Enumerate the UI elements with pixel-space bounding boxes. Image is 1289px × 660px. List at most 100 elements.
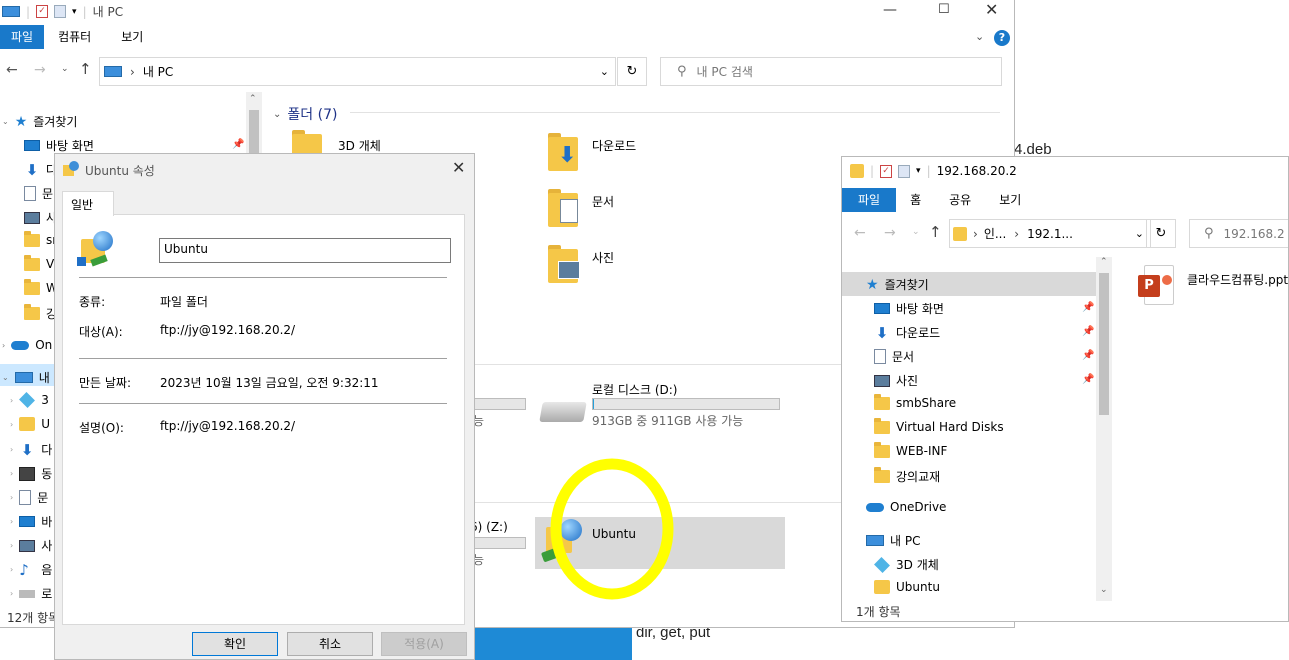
nav-item-desktop[interactable]: 바탕 화면 [874, 300, 944, 317]
nav-pc-item[interactable]: › U [10, 417, 50, 431]
recent-locations-icon[interactable]: ⌄ [912, 227, 920, 237]
search-input[interactable]: ⚲ 내 PC 검색 [660, 57, 1002, 86]
tab-file[interactable]: 파일 [842, 188, 897, 212]
nav-item-documents[interactable]: 문서 [874, 348, 914, 365]
pin-icon[interactable]: 📌 [232, 139, 244, 150]
up-icon[interactable]: ↑ [929, 223, 942, 241]
apply-button[interactable]: 적용(A) [381, 632, 467, 656]
nav-pc-item[interactable]: › 문 [10, 489, 48, 506]
cancel-button[interactable]: 취소 [287, 632, 373, 656]
tab-home[interactable]: 홈 [896, 188, 935, 212]
close-button[interactable]: ✕ [452, 158, 465, 177]
nav-item-folder[interactable]: V [24, 254, 54, 271]
refresh-button[interactable]: ↻ [617, 57, 647, 86]
pin-icon[interactable]: 📌 [1082, 302, 1094, 313]
nav-pc-item[interactable]: 3D 개체 [874, 556, 939, 573]
pin-icon[interactable]: 📌 [1082, 326, 1094, 337]
taskbar-strip [470, 627, 632, 660]
tab-share[interactable]: 공유 [935, 188, 985, 212]
tab-general[interactable]: 일반 [62, 191, 114, 216]
tab-view[interactable]: 보기 [985, 188, 1035, 212]
search-input[interactable]: ⚲ 192.168.2 [1189, 219, 1288, 248]
folder-label[interactable]: 다운로드 [592, 137, 636, 154]
nav-pc-item[interactable]: › ⬇ 다 [10, 441, 52, 458]
nav-this-pc[interactable]: 내 PC [866, 532, 920, 549]
address-segment[interactable]: 192.1... [1027, 227, 1073, 241]
nav-pc-item[interactable]: › 바 [10, 513, 52, 530]
comment-value[interactable]: ftp://jy@192.168.20.2/ [160, 419, 295, 433]
tab-file[interactable]: 파일 [0, 25, 45, 49]
ribbon-expand-icon[interactable]: ⌄ [975, 30, 984, 43]
refresh-button[interactable]: ↻ [1146, 219, 1176, 248]
drive-icon [539, 402, 587, 422]
nav-item-downloads[interactable]: ⬇ 다 [24, 161, 57, 178]
tab-computer[interactable]: 컴퓨터 [44, 25, 105, 49]
maximize-button[interactable]: ☐ [938, 2, 950, 17]
address-bar[interactable]: › 인... › 192.1... ⌄ [949, 219, 1151, 248]
nav-quick-access[interactable]: ⌄ ★ 즐겨찾기 [2, 113, 77, 130]
up-icon[interactable]: ↑ [79, 60, 92, 78]
folders-group-header[interactable]: ⌄ 폴더 (7) [273, 104, 337, 124]
nav-item-folder[interactable]: 강 [24, 304, 57, 322]
nav-pc-item[interactable]: › 로 [10, 585, 52, 602]
nav-item-folder[interactable]: WEB-INF [874, 441, 947, 458]
close-button[interactable]: ✕ [985, 0, 998, 19]
help-icon[interactable]: ? [994, 30, 1010, 46]
nav-item-pictures[interactable]: 사진 [874, 372, 918, 389]
properties-icon[interactable]: ✓ [880, 164, 893, 178]
tab-view[interactable]: 보기 [105, 25, 159, 49]
powerpoint-file-icon[interactable]: P [1138, 265, 1176, 309]
nav-onedrive[interactable]: › On [2, 338, 52, 352]
address-segment[interactable]: 인... [984, 225, 1006, 242]
folder-label[interactable]: 사진 [592, 249, 614, 266]
nav-this-pc[interactable]: ⌄ 내 [2, 369, 50, 386]
properties-icon[interactable]: ✓ [36, 5, 49, 18]
nav-item-pictures[interactable]: 사 [24, 209, 57, 226]
ok-button[interactable]: 확인 [192, 632, 278, 656]
nav-pc-item[interactable]: › 사 [10, 537, 52, 554]
qat-dropdown-icon[interactable]: ▾ [916, 166, 921, 176]
nav-item-desktop[interactable]: 바탕 화면 [24, 137, 94, 154]
nav-item-documents[interactable]: 문 [24, 185, 53, 202]
nav-pc-item[interactable]: › 3 [10, 392, 49, 408]
forward-icon[interactable]: → [34, 62, 46, 78]
nav-item-downloads[interactable]: ⬇ 다운로드 [874, 324, 940, 341]
recent-locations-icon[interactable]: ⌄ [61, 64, 69, 74]
folder-label[interactable]: 3D 개체 [338, 137, 381, 154]
address-bar[interactable]: › 내 PC ⌄ [99, 57, 616, 86]
back-icon[interactable]: ← [854, 225, 866, 241]
nav-onedrive[interactable]: OneDrive [866, 500, 946, 514]
address-dropdown-icon[interactable]: ⌄ [1135, 227, 1144, 240]
dialog-title: Ubuntu 속성 [85, 164, 155, 178]
nav-pc-item[interactable]: › ♪ 음 [10, 561, 52, 578]
document-icon [19, 490, 32, 505]
minimize-button[interactable]: — [883, 2, 897, 18]
nav-item-folder[interactable]: W [24, 278, 58, 295]
address-dropdown-icon[interactable]: ⌄ [600, 65, 609, 78]
nav-pc-item[interactable]: Ubuntu [874, 580, 940, 594]
folder-icon [874, 393, 890, 410]
drive-z-label[interactable]: 6) (Z:) [470, 520, 508, 534]
file-label[interactable]: 클라우드컴퓨팅.ppt [1187, 271, 1288, 288]
nav-item-folder[interactable]: Virtual Hard Disks [874, 417, 1004, 434]
nav-pc-item[interactable]: › 동 [10, 465, 52, 482]
document-icon [24, 186, 36, 201]
folder-label[interactable]: 문서 [592, 193, 614, 210]
nav-scrollbar[interactable]: ⌃ ⌄ [1096, 257, 1112, 601]
qat-dropdown-icon[interactable]: ▾ [72, 7, 77, 17]
new-folder-icon[interactable] [898, 164, 911, 178]
nav-item-folder[interactable]: sr [24, 230, 57, 247]
forward-icon[interactable]: → [884, 225, 896, 241]
cloud-icon [11, 340, 30, 350]
pin-icon[interactable]: 📌 [1082, 350, 1094, 361]
nav-item-folder[interactable]: 강의교재 [874, 467, 940, 485]
new-folder-icon[interactable] [54, 5, 67, 18]
back-icon[interactable]: ← [6, 62, 18, 78]
target-value[interactable]: ftp://jy@192.168.20.2/ [160, 323, 295, 337]
pin-icon[interactable]: 📌 [1082, 374, 1094, 385]
name-field[interactable]: Ubuntu [159, 238, 451, 263]
nav-quick-access[interactable]: ★ 즐겨찾기 [866, 276, 929, 293]
folder-icon [874, 467, 890, 483]
nav-item-folder[interactable]: smbShare [874, 393, 956, 410]
drive-d-label[interactable]: 로컬 디스크 (D:) [592, 381, 677, 398]
